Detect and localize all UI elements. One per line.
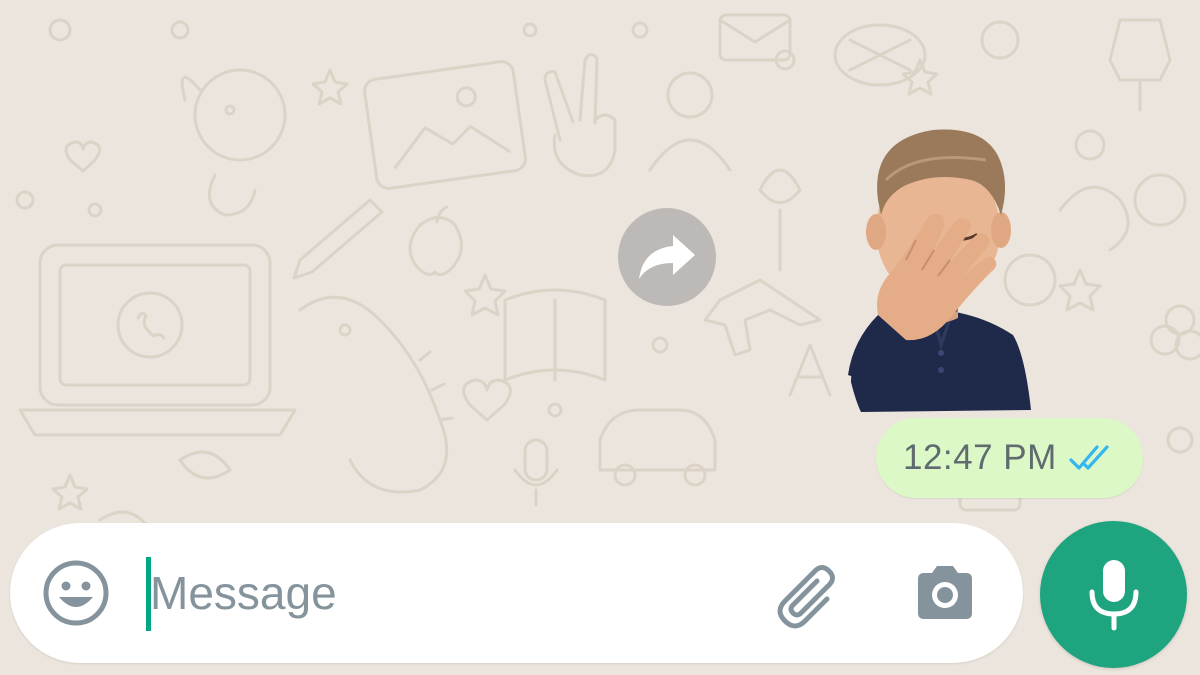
microphone-icon	[1089, 559, 1138, 630]
message-timestamp: 12:47 PM	[903, 438, 1057, 477]
emoji-button[interactable]	[42, 559, 110, 627]
smiley-icon	[43, 560, 109, 626]
forward-arrow-icon	[639, 235, 695, 279]
camera-icon	[918, 566, 972, 619]
facepalm-avatar-sticker[interactable]	[838, 120, 1038, 412]
attach-button[interactable]	[775, 563, 845, 633]
forward-button[interactable]	[618, 208, 716, 306]
avatar-sticker-image	[848, 129, 1031, 412]
voice-record-button[interactable]	[1040, 521, 1187, 668]
paperclip-icon	[777, 565, 835, 629]
message-input[interactable]	[150, 553, 730, 633]
camera-button[interactable]	[912, 561, 978, 627]
double-check-read-icon	[1069, 443, 1117, 473]
message-composer	[10, 523, 1023, 663]
message-time-bubble: 12:47 PM	[876, 418, 1143, 498]
